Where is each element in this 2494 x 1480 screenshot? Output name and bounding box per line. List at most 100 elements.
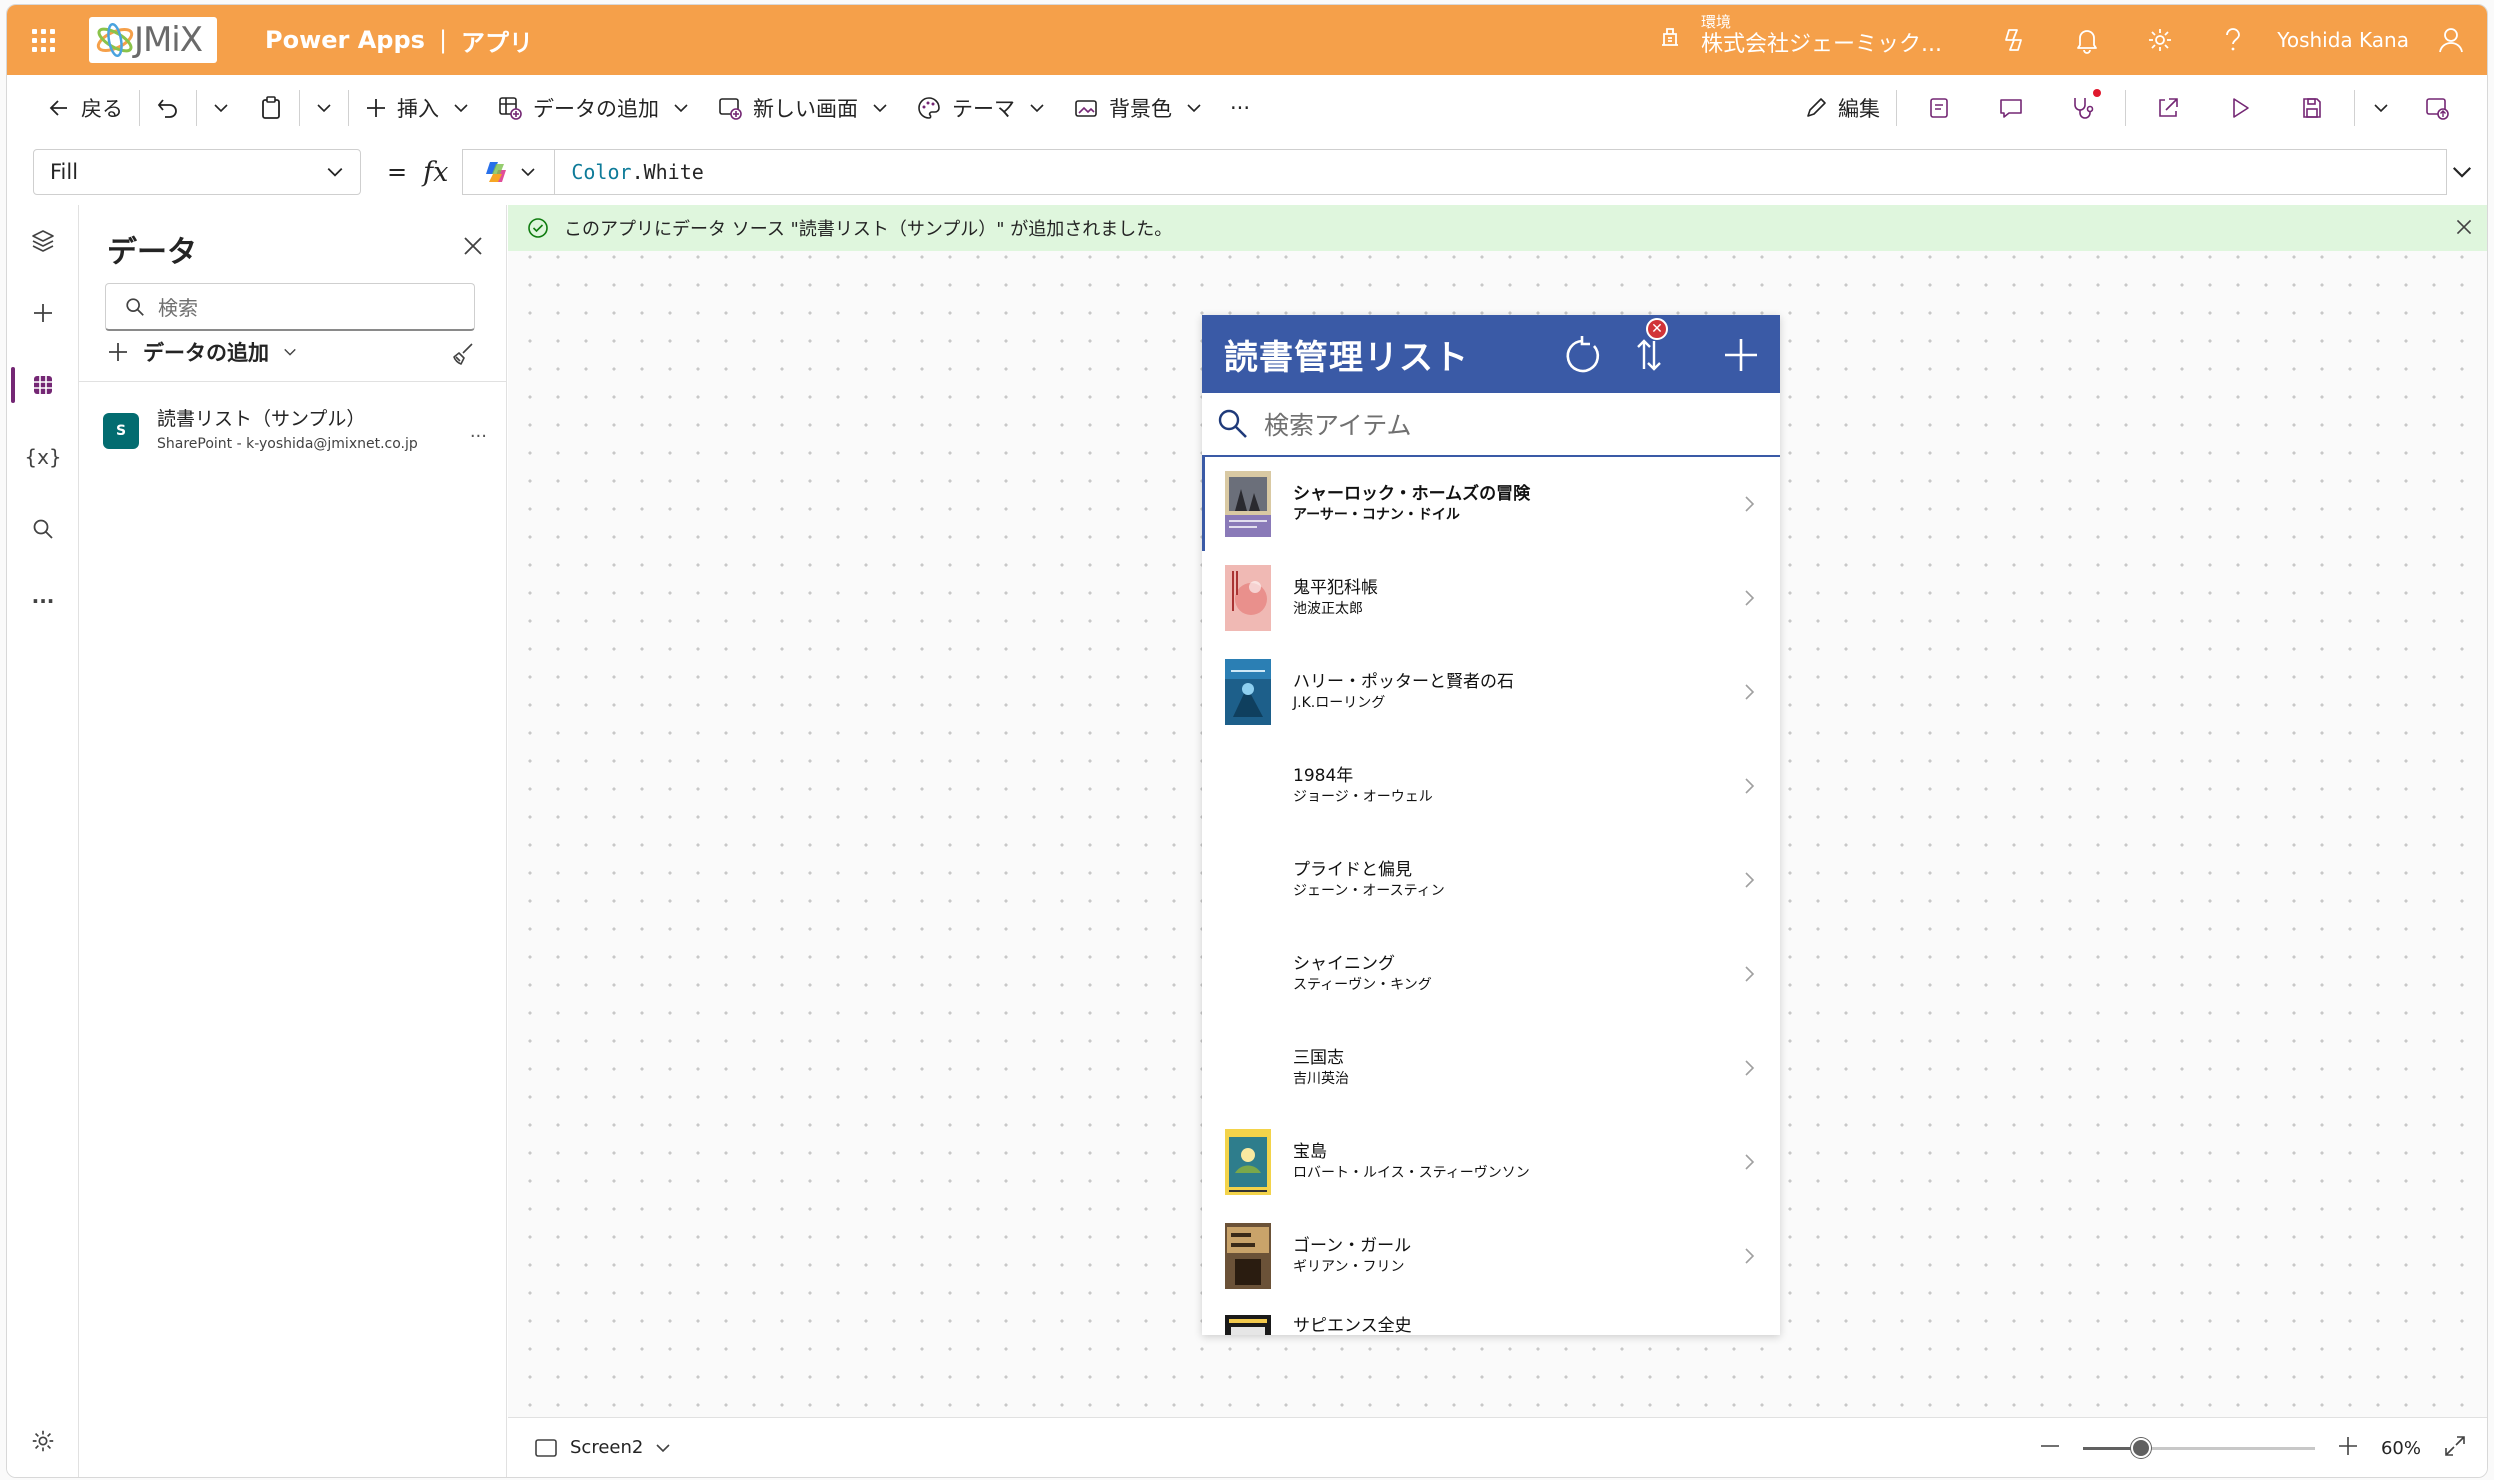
left-rail: {x} ···	[7, 205, 79, 1477]
theme-button[interactable]: テーマ	[906, 86, 1055, 130]
new-screen-button[interactable]: 新しい画面	[707, 86, 898, 130]
back-button[interactable]: 戻る	[37, 86, 133, 130]
insert-button[interactable]: 挿入	[355, 86, 479, 130]
app-checker-button[interactable]	[2047, 89, 2119, 121]
add-data-link[interactable]: データの追加	[107, 337, 297, 367]
sort-button[interactable]	[1634, 333, 1664, 381]
play-icon	[2233, 98, 2249, 118]
plus-icon	[2338, 1436, 2357, 1455]
gallery-row[interactable]: 1984年 ジョージ・オーウェル	[1202, 739, 1780, 833]
data-search-input[interactable]: 検索	[105, 283, 475, 331]
more-commands-button[interactable]: ···	[1220, 86, 1260, 130]
rail-search[interactable]	[7, 493, 79, 565]
zoom-slider[interactable]	[2082, 1437, 2315, 1458]
refresh-button[interactable]	[1560, 333, 1604, 381]
copilot-button[interactable]	[1977, 5, 2050, 75]
user-name[interactable]: Yoshida Kana	[2269, 28, 2425, 52]
waffle-icon	[31, 28, 55, 52]
clear-unused-button[interactable]	[450, 341, 476, 371]
app-screen-preview[interactable]: 読書管理リスト ✕ 検索アイテム シャーロック・ホームズの冒険 アーサー・コナン…	[1202, 315, 1780, 1335]
chevron-right-icon[interactable]	[1744, 1247, 1756, 1265]
fit-to-window-button[interactable]	[2443, 1434, 2467, 1463]
rail-more[interactable]: ···	[7, 565, 79, 637]
background-color-button[interactable]: 背景色	[1063, 86, 1212, 130]
chevron-right-icon[interactable]	[1744, 965, 1756, 983]
chevron-right-icon[interactable]	[1744, 777, 1756, 795]
gallery-row[interactable]: 三国志 吉川英治	[1202, 1021, 1780, 1115]
book-title: シャーロック・ホームズの冒険	[1293, 484, 1531, 504]
publish-button[interactable]	[2401, 95, 2473, 121]
undo-button[interactable]	[146, 86, 190, 130]
zoom-in-button[interactable]	[2337, 1435, 2359, 1462]
app-launcher-button[interactable]	[7, 5, 79, 75]
comments-button[interactable]	[1975, 96, 2047, 120]
dismiss-banner-button[interactable]	[2455, 218, 2473, 241]
gallery-row[interactable]: サピエンス全史	[1202, 1303, 1780, 1335]
chevron-right-icon[interactable]	[1744, 871, 1756, 889]
zoom-slider-thumb[interactable]	[2130, 1437, 2151, 1458]
add-data-button[interactable]: データの追加	[487, 86, 699, 130]
rail-insert[interactable]	[7, 277, 79, 349]
environment-picker[interactable]: 環境 株式会社ジェーミック...	[1657, 13, 1942, 59]
gallery-row[interactable]: 鬼平犯科帳 池波正太郎	[1202, 551, 1780, 645]
gallery-row[interactable]: ゴーン・ガール ギリアン・フリン	[1202, 1209, 1780, 1303]
save-button[interactable]	[2276, 96, 2348, 120]
chevron-right-icon[interactable]	[1744, 495, 1756, 513]
app-checker-notes-button[interactable]	[1903, 96, 1975, 120]
paste-dropdown[interactable]	[306, 86, 342, 130]
rail-variables[interactable]: {x}	[7, 421, 79, 493]
chevron-right-icon[interactable]	[1744, 1153, 1756, 1171]
rail-tree-view[interactable]	[7, 205, 79, 277]
data-source-more-button[interactable]: ...	[470, 421, 487, 442]
redo-dropdown[interactable]	[203, 86, 239, 130]
gallery-row[interactable]: ハリー・ポッターと賢者の石 J.K.ローリング	[1202, 645, 1780, 739]
share-button[interactable]	[2132, 95, 2204, 121]
error-badge[interactable]: ✕	[1646, 318, 1668, 340]
book-cover-empty	[1225, 847, 1271, 913]
brand-name: JMiX	[133, 20, 203, 60]
app-header: 読書管理リスト ✕	[1202, 315, 1780, 393]
app-search-input[interactable]: 検索アイテム	[1202, 393, 1780, 457]
data-source-item[interactable]: S 読書リスト（サンプル） SharePoint - k-yoshida@jmi…	[103, 405, 493, 465]
rail-data[interactable]	[7, 349, 79, 421]
paste-button[interactable]	[249, 86, 293, 130]
gallery-row[interactable]: プライドと偏見 ジェーン・オースティン	[1202, 833, 1780, 927]
chevron-right-icon[interactable]	[1744, 589, 1756, 607]
row-text: ハリー・ポッターと賢者の石 J.K.ローリング	[1293, 671, 1514, 713]
settings-button[interactable]	[2123, 5, 2196, 75]
gallery-row[interactable]: 宝島 ロバート・ルイス・スティーヴンソン	[1202, 1115, 1780, 1209]
help-button[interactable]	[2196, 5, 2269, 75]
layers-icon	[32, 230, 54, 252]
data-panel: データ 検索 データの追加 S 読書リスト（サンプル） SharePoint -…	[79, 205, 507, 1477]
search-icon	[126, 297, 144, 316]
expand-formula-button[interactable]	[2451, 161, 2473, 187]
brand-logo[interactable]: JMiX	[89, 17, 217, 63]
design-canvas[interactable]: このアプリにデータ ソース "読書リスト（サンプル）" が追加されました。 読書…	[508, 205, 2487, 1417]
chevron-right-icon[interactable]	[1744, 1059, 1756, 1077]
property-dropdown[interactable]: Fill	[33, 149, 361, 195]
book-title: シャイニング	[1293, 954, 1395, 974]
copilot-formula-button[interactable]	[463, 150, 556, 194]
gallery-row[interactable]: シャイニング スティーヴン・キング	[1202, 927, 1780, 1021]
book-cover-gone-girl	[1225, 1223, 1271, 1289]
add-item-button[interactable]	[1722, 333, 1760, 381]
close-panel-button[interactable]	[462, 235, 484, 261]
gallery-row[interactable]: シャーロック・ホームズの冒険 アーサー・コナン・ドイル	[1202, 457, 1780, 551]
formula-input[interactable]: Color.White	[462, 149, 2447, 195]
chevron-right-icon[interactable]	[1744, 683, 1756, 701]
rail-settings[interactable]	[7, 1405, 79, 1477]
clipboard-icon	[262, 96, 280, 119]
edit-label: 編集	[1838, 97, 1880, 121]
row-text: ゴーン・ガール ギリアン・フリン	[1293, 1235, 1411, 1277]
expand-icon	[2445, 1435, 2465, 1456]
comment-icon	[2000, 99, 2022, 118]
account-button[interactable]	[2425, 5, 2477, 75]
background-image-icon	[1075, 100, 1097, 117]
zoom-out-button[interactable]	[2039, 1435, 2061, 1462]
formula-text[interactable]: Color.White	[555, 160, 703, 184]
preview-button[interactable]	[2204, 96, 2276, 120]
screen-selector[interactable]: Screen2	[534, 1437, 671, 1458]
save-options-dropdown[interactable]	[2361, 100, 2401, 116]
edit-button[interactable]: 編集	[1794, 86, 1890, 130]
notifications-button[interactable]	[2050, 5, 2123, 75]
